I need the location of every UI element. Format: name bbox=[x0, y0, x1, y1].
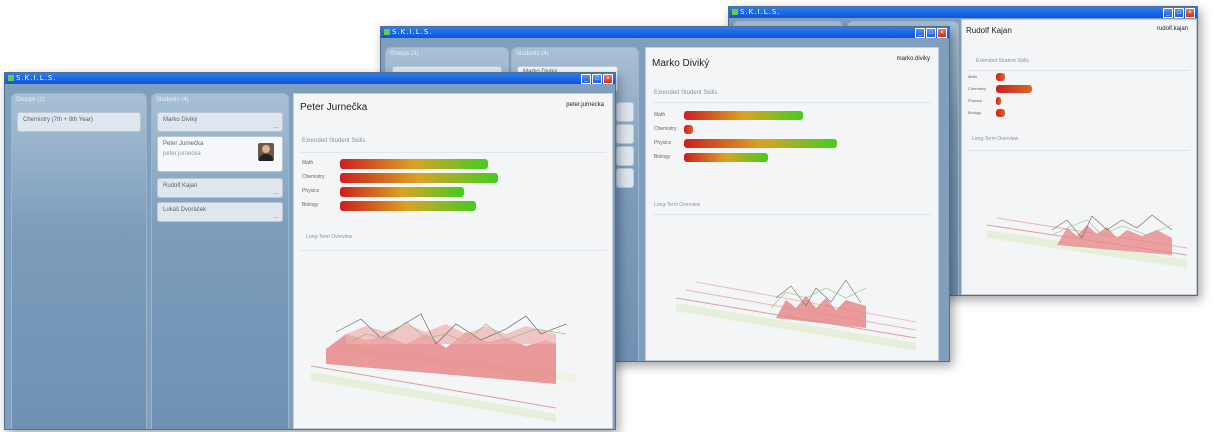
student-card[interactable] bbox=[616, 124, 634, 144]
student-detail-panel: Marko Diviký marko.diviky Extended Stude… bbox=[645, 47, 939, 361]
group-item-label: Chemistry (7th + 8th Year) bbox=[23, 117, 93, 123]
skill-bar bbox=[684, 125, 693, 134]
student-card[interactable] bbox=[616, 168, 634, 188]
skill-bar bbox=[684, 139, 837, 148]
student-card-name: Marko Diviký bbox=[163, 117, 198, 123]
app-logo-icon bbox=[8, 75, 14, 81]
skills-section-title: Extended Student Skills bbox=[654, 90, 718, 96]
window-buttons: _ □ × bbox=[581, 74, 613, 84]
skill-label: Math bbox=[302, 160, 314, 166]
close-button[interactable]: × bbox=[603, 74, 613, 84]
skill-label: Biology bbox=[654, 154, 671, 160]
student-card-name: Peter Jurnečka bbox=[163, 141, 204, 147]
student-card[interactable]: Lukáš Dvoráček ... bbox=[157, 202, 283, 222]
skill-bar bbox=[340, 159, 488, 169]
long-term-overview-chart bbox=[675, 279, 917, 351]
skills-section-title: Extended Student Skills bbox=[976, 58, 1029, 64]
student-card-selected[interactable]: Peter Jurnečka peter.jurnecka bbox=[157, 136, 283, 172]
long-term-overview-chart bbox=[986, 214, 1188, 268]
divider bbox=[652, 214, 932, 215]
window-buttons: _ □ × bbox=[1163, 8, 1195, 18]
window-title-text: S.K.I.L.S. bbox=[740, 8, 781, 16]
divider bbox=[968, 70, 1190, 71]
title-bar[interactable]: S.K.I.L.S. _ □ × bbox=[381, 27, 949, 38]
skill-bar bbox=[340, 173, 498, 183]
student-name: Peter Jurnečka bbox=[300, 102, 368, 113]
window-title-text: S.K.I.L.S. bbox=[16, 74, 57, 82]
skill-label: Chemistry bbox=[654, 126, 677, 132]
students-panel: Students (4) Marko Diviký ... Peter Jurn… bbox=[151, 93, 289, 429]
divider bbox=[300, 250, 606, 251]
group-item[interactable]: Chemistry (7th + 8th Year) bbox=[17, 112, 141, 132]
app-logo-icon bbox=[384, 29, 390, 35]
long-term-overview-chart bbox=[310, 313, 576, 422]
student-card[interactable] bbox=[616, 146, 634, 166]
avatar bbox=[258, 143, 274, 161]
student-username: peter.jurnecka bbox=[566, 102, 604, 108]
student-card-username: peter.jurnecka bbox=[163, 151, 201, 157]
more-indicator: ... bbox=[272, 214, 278, 220]
skill-bar bbox=[340, 187, 464, 197]
student-name: Marko Diviký bbox=[652, 58, 710, 69]
title-bar[interactable]: S.K.I.L.S. _ □ × bbox=[729, 7, 1197, 18]
students-header: Students (4) bbox=[516, 51, 549, 57]
app-logo-icon bbox=[732, 9, 738, 15]
skill-label: Math bbox=[654, 112, 666, 118]
maximize-button[interactable]: □ bbox=[592, 74, 602, 84]
skill-label: Physics bbox=[302, 188, 320, 194]
skill-label: Biology bbox=[968, 110, 982, 115]
overview-section-title: Long-Term Overview bbox=[972, 136, 1019, 142]
window-title: S.K.I.L.S. bbox=[384, 28, 433, 36]
minimize-button[interactable]: _ bbox=[1163, 8, 1173, 18]
skill-label: Math bbox=[968, 74, 977, 79]
skill-label: Physics bbox=[654, 140, 672, 146]
close-button[interactable]: × bbox=[1185, 8, 1195, 18]
skill-label: Chemistry bbox=[968, 86, 987, 91]
skill-label: Biology bbox=[302, 202, 319, 208]
divider bbox=[968, 150, 1190, 151]
app-window-front: S.K.I.L.S. _ □ × Groups (1) Chemistry (7… bbox=[4, 72, 616, 430]
window-buttons: _ □ × bbox=[915, 28, 947, 38]
student-card-name: Rudolf Kajan bbox=[163, 183, 198, 189]
student-card-name: Lukáš Dvoráček bbox=[163, 207, 207, 213]
groups-panel: Groups (1) Chemistry (7th + 8th Year) bbox=[11, 93, 147, 429]
student-detail-panel: Peter Jurnečka peter.jurnecka Extended S… bbox=[293, 93, 613, 429]
student-card[interactable]: Rudolf Kajan ... bbox=[157, 178, 283, 198]
student-card[interactable] bbox=[616, 102, 634, 122]
student-detail-panel: Rudolf Kajan rudolf.kajan Extended Stude… bbox=[961, 19, 1197, 295]
overview-section-title: Long-Term Overview bbox=[306, 234, 353, 240]
minimize-button[interactable]: _ bbox=[915, 28, 925, 38]
groups-header: Groups (1) bbox=[16, 97, 45, 103]
window-title: S.K.I.L.S. bbox=[732, 8, 781, 16]
student-name: Rudolf Kajan bbox=[966, 26, 1012, 35]
student-username: marko.diviky bbox=[896, 56, 930, 62]
student-username: rudolf.kajan bbox=[1156, 26, 1188, 32]
maximize-button[interactable]: □ bbox=[1174, 8, 1184, 18]
more-indicator: ... bbox=[272, 124, 278, 130]
skill-bar bbox=[996, 73, 1005, 81]
skills-section-title: Extended Student Skills bbox=[302, 138, 366, 144]
skill-bar bbox=[340, 201, 476, 211]
maximize-button[interactable]: □ bbox=[926, 28, 936, 38]
skill-label: Physics bbox=[968, 98, 982, 103]
groups-header: Groups (1) bbox=[390, 51, 419, 57]
window-title-text: S.K.I.L.S. bbox=[392, 28, 433, 36]
window-title: S.K.I.L.S. bbox=[8, 74, 57, 82]
skill-label: Chemistry bbox=[302, 174, 325, 180]
skill-bar bbox=[996, 109, 1005, 117]
close-button[interactable]: × bbox=[937, 28, 947, 38]
divider bbox=[652, 102, 932, 103]
minimize-button[interactable]: _ bbox=[581, 74, 591, 84]
student-card[interactable]: Marko Diviký ... bbox=[157, 112, 283, 132]
skill-bar bbox=[684, 111, 803, 120]
more-indicator: ... bbox=[272, 190, 278, 196]
divider bbox=[300, 152, 606, 153]
title-bar[interactable]: S.K.I.L.S. _ □ × bbox=[5, 73, 615, 84]
skill-bar bbox=[684, 153, 768, 162]
overview-section-title: Long-Term Overview bbox=[654, 202, 701, 208]
skill-bar bbox=[996, 85, 1032, 93]
students-header: Students (4) bbox=[156, 97, 189, 103]
skill-bar bbox=[996, 97, 1001, 105]
